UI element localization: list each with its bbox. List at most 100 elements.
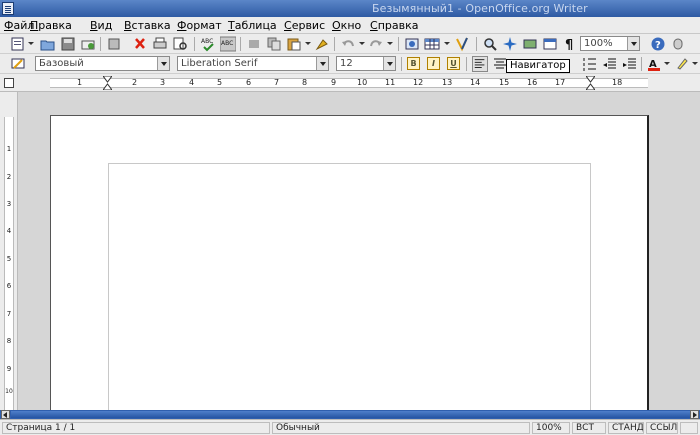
svg-text:?: ? [655, 40, 661, 51]
ruler-mark: 7 [6, 310, 12, 318]
open-folder-icon[interactable] [40, 36, 56, 52]
paragraph-style-dropdown-button[interactable] [157, 57, 169, 70]
bold-button[interactable]: B [407, 57, 420, 70]
menu-insert[interactable]: Вставка [124, 19, 171, 32]
toolbar-separator [641, 57, 642, 71]
font-color-icon[interactable]: A [646, 56, 662, 72]
menu-table[interactable]: Таблица [228, 19, 277, 32]
status-zoom[interactable]: 100% [532, 422, 570, 434]
undo-icon[interactable] [340, 36, 356, 52]
print-icon[interactable] [152, 36, 168, 52]
data-sources-icon[interactable] [542, 36, 558, 52]
formatting-marks-icon[interactable]: ¶ [562, 36, 578, 52]
autospellcheck-icon[interactable]: ABC [220, 36, 236, 52]
status-bar: Страница 1 / 1 Обычный 100% ВСТ СТАНД СС… [0, 419, 700, 435]
undo-dropdown-arrow-icon[interactable] [359, 42, 365, 45]
redo-dropdown-arrow-icon[interactable] [387, 42, 393, 45]
ruler-mark: 9 [6, 365, 12, 373]
vertical-ruler[interactable]: 1 2 3 4 5 6 7 8 9 10 [0, 92, 18, 410]
copy-icon[interactable] [266, 36, 282, 52]
gallery-icon[interactable] [522, 36, 538, 52]
navigator-tooltip: Навигатор [506, 59, 570, 73]
decrease-indent-icon[interactable] [602, 56, 618, 72]
paragraph-style-value: Базовый [39, 58, 84, 69]
toolbar-options-icon[interactable] [670, 36, 686, 52]
numbering-icon[interactable] [582, 56, 598, 72]
text-boundaries[interactable] [108, 163, 591, 423]
show-draw-functions-icon[interactable] [454, 36, 470, 52]
font-name-dropdown-button[interactable] [316, 57, 328, 70]
menu-edit[interactable]: Правка [30, 19, 72, 32]
menu-format[interactable]: Формат [177, 19, 222, 32]
font-color-dropdown-arrow-icon[interactable] [664, 62, 670, 65]
svg-text:¶: ¶ [565, 38, 573, 52]
ruler-mark: 3 [160, 78, 166, 87]
save-icon[interactable] [60, 36, 76, 52]
ruler-mark: 15 [499, 78, 510, 87]
find-replace-icon[interactable] [482, 36, 498, 52]
scrollbar-thumb[interactable] [11, 411, 694, 418]
menu-bar: Файл Правка Вид Вставка Формат Таблица С… [0, 17, 700, 34]
status-hyperlink-mode[interactable]: ССЫЛ [646, 422, 678, 434]
status-page-style[interactable]: Обычный [272, 422, 530, 434]
highlighting-dropdown-arrow-icon[interactable] [692, 62, 698, 65]
page-preview-icon[interactable] [172, 36, 188, 52]
menu-window[interactable]: Окно [332, 19, 361, 32]
navigator-icon[interactable] [502, 36, 518, 52]
font-size-combo[interactable]: 12 [336, 56, 396, 71]
ruler-mark: 1 [77, 78, 83, 87]
right-indent-marker-icon[interactable] [586, 76, 595, 90]
cut-icon[interactable] [246, 36, 262, 52]
clone-formatting-icon[interactable] [314, 36, 330, 52]
horizontal-ruler[interactable]: 1 2 3 4 5 6 7 8 9 10 11 12 13 14 15 16 1… [0, 74, 700, 92]
highlighting-icon[interactable] [674, 56, 690, 72]
app-document-icon[interactable] [2, 2, 14, 15]
export-pdf-icon[interactable] [132, 36, 148, 52]
menu-view[interactable]: Вид [90, 19, 112, 32]
email-document-icon[interactable] [80, 36, 96, 52]
menu-help[interactable]: Справка [370, 19, 418, 32]
increase-indent-icon[interactable] [622, 56, 638, 72]
window-title: Безымянный1 - OpenOffice.org Writer [372, 2, 588, 15]
ruler-mark: 9 [331, 78, 337, 87]
tab-type-selector[interactable] [4, 78, 14, 88]
toolbar-separator [398, 37, 399, 51]
horizontal-scrollbar[interactable] [0, 410, 700, 419]
toolbar-separator [334, 37, 335, 51]
paragraph-style-combo[interactable]: Базовый [35, 56, 170, 71]
spellcheck-icon[interactable]: ABC [200, 36, 216, 52]
font-size-dropdown-button[interactable] [383, 57, 395, 70]
paste-icon[interactable] [286, 36, 302, 52]
zoom-combo[interactable]: 100% [580, 36, 640, 51]
left-indent-marker-icon[interactable] [103, 76, 112, 90]
status-selection-mode[interactable]: СТАНД [608, 422, 644, 434]
hyperlink-icon[interactable] [404, 36, 420, 52]
scroll-left-button[interactable] [1, 410, 10, 419]
ruler-mark: 13 [442, 78, 453, 87]
align-left-icon[interactable] [472, 56, 488, 72]
table-icon[interactable] [424, 36, 440, 52]
table-dropdown-arrow-icon[interactable] [444, 42, 450, 45]
edit-file-icon[interactable] [106, 36, 122, 52]
styles-formatting-icon[interactable] [10, 56, 26, 72]
ruler-mark: 18 [612, 78, 623, 87]
status-insert-mode[interactable]: ВСТ [572, 422, 606, 434]
status-page[interactable]: Страница 1 / 1 [2, 422, 270, 434]
ruler-mark: 5 [6, 255, 12, 263]
underline-button[interactable]: U [447, 57, 460, 70]
italic-button[interactable]: I [427, 57, 440, 70]
document-page[interactable] [50, 115, 649, 423]
new-dropdown-arrow-icon[interactable] [28, 42, 34, 45]
help-icon[interactable]: ? [650, 36, 666, 52]
font-name-combo[interactable]: Liberation Serif [177, 56, 329, 71]
svg-text:ABC: ABC [201, 38, 213, 45]
menu-tools[interactable]: Сервис [284, 19, 325, 32]
ruler-mark: 10 [357, 78, 368, 87]
paste-dropdown-arrow-icon[interactable] [305, 42, 311, 45]
redo-icon[interactable] [368, 36, 384, 52]
zoom-dropdown-button[interactable] [627, 37, 639, 50]
ruler-mark: 8 [302, 78, 308, 87]
document-area[interactable] [19, 92, 700, 423]
scroll-right-button[interactable] [690, 410, 699, 419]
new-document-icon[interactable] [10, 36, 26, 52]
